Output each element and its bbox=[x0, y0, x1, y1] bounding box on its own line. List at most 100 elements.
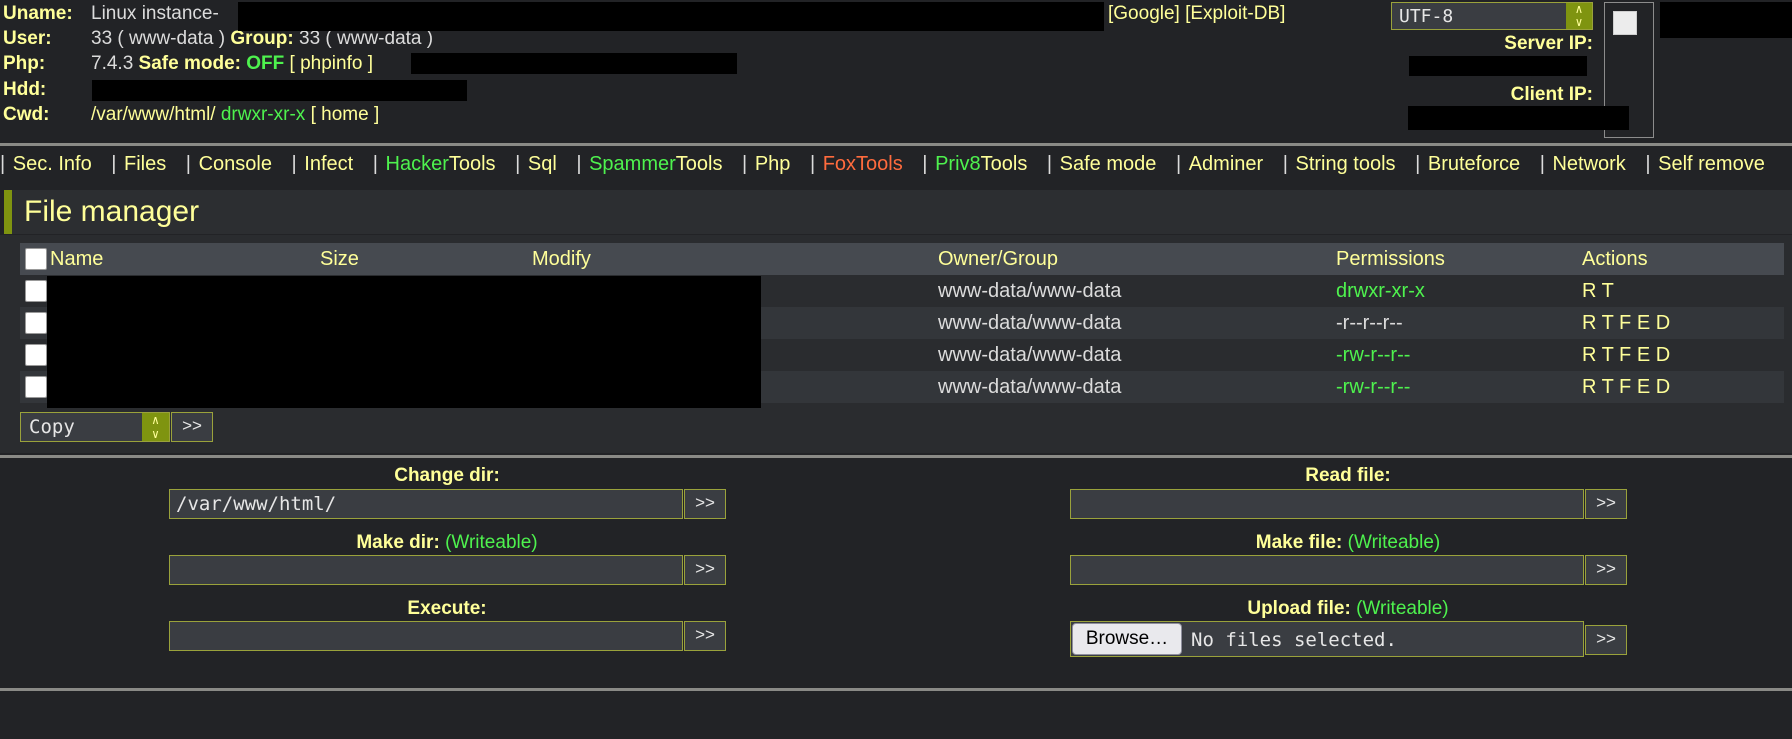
owner-group: www-data/www-data bbox=[938, 371, 1336, 403]
menu-item-prefix: Spammer bbox=[589, 153, 676, 175]
col-permissions[interactable]: Permissions bbox=[1336, 243, 1582, 275]
col-actions: Actions bbox=[1582, 243, 1784, 275]
menu-item-self-remove[interactable]: | Self remove bbox=[1639, 153, 1764, 175]
menu-item-network[interactable]: | Network bbox=[1534, 153, 1626, 175]
upload-file-writeable: (Writeable) bbox=[1356, 598, 1449, 619]
broken-image-icon bbox=[1613, 11, 1637, 35]
row-actions[interactable]: R T F E D bbox=[1582, 307, 1784, 339]
menu-separator: | bbox=[804, 153, 821, 175]
exploit-db-link[interactable]: [Exploit-DB] bbox=[1185, 3, 1285, 24]
menu-item-php[interactable]: | Php bbox=[737, 153, 791, 175]
row-actions[interactable]: R T bbox=[1582, 275, 1784, 307]
php-version: 7.4.3 bbox=[91, 53, 134, 74]
row-checkbox[interactable] bbox=[25, 312, 47, 335]
uname-label: Uname: bbox=[3, 3, 73, 24]
menu-item-safe-mode[interactable]: | Safe mode bbox=[1041, 153, 1157, 175]
menu-item-label: Files bbox=[124, 153, 167, 175]
menu-item-tools-spammer[interactable]: | SpammerTools bbox=[570, 153, 722, 175]
menu-separator: | bbox=[1534, 153, 1551, 175]
table-header-row: Name Size Modify Owner/Group Permissions… bbox=[20, 243, 1784, 275]
row-actions[interactable]: R T F E D bbox=[1582, 371, 1784, 403]
redacted-block bbox=[1409, 56, 1587, 76]
owner-group: www-data/www-data bbox=[938, 343, 1122, 366]
permissions[interactable]: -rw-r--r-- bbox=[1336, 339, 1582, 371]
menu-item-sec-info[interactable]: | Sec. Info bbox=[0, 153, 92, 175]
permissions[interactable]: drwxr-xr-x bbox=[1336, 275, 1582, 307]
row-actions[interactable]: R T F E D bbox=[1582, 339, 1784, 371]
row-checkbox[interactable] bbox=[25, 280, 47, 303]
read-file-label: Read file: bbox=[1305, 465, 1391, 486]
make-dir-go-button[interactable]: >> bbox=[684, 555, 726, 585]
cwd-permissions: drwxr-xr-x bbox=[220, 104, 306, 125]
client-ip-label: Client IP: bbox=[1510, 84, 1593, 105]
user-label: User: bbox=[3, 28, 52, 49]
browse-button[interactable]: Browse… bbox=[1072, 623, 1182, 655]
safe-mode-label: Safe mode: bbox=[138, 53, 241, 74]
menu-separator: | bbox=[180, 153, 197, 175]
server-ip-label: Server IP: bbox=[1504, 33, 1593, 54]
col-modify[interactable]: Modify bbox=[532, 243, 938, 275]
menu-item-foxtools[interactable]: | FoxTools bbox=[804, 153, 903, 175]
col-owner[interactable]: Owner/Group bbox=[938, 243, 1336, 275]
hdd-label: Hdd: bbox=[3, 79, 47, 100]
menu-item-bruteforce[interactable]: | Bruteforce bbox=[1410, 153, 1521, 175]
bulk-action-value: Copy bbox=[29, 416, 75, 438]
cwd-line: Cwd: /var/www/html/ drwxr-xr-x [ home ] bbox=[3, 104, 379, 126]
menu-item-label: Adminer bbox=[1188, 153, 1264, 175]
bulk-action-go-button[interactable]: >> bbox=[171, 412, 213, 442]
menu-separator: | bbox=[1041, 153, 1058, 175]
permissions[interactable]: -r--r--r-- bbox=[1336, 307, 1582, 339]
execute-go-button[interactable]: >> bbox=[684, 621, 726, 651]
phpinfo-link[interactable]: [ phpinfo ] bbox=[290, 53, 373, 74]
google-link[interactable]: [Google] bbox=[1108, 3, 1180, 24]
menu-item-tools-hacker[interactable]: | HackerTools bbox=[367, 153, 496, 175]
charset-select[interactable]: UTF-8 ∧ ∨ bbox=[1391, 2, 1593, 30]
change-dir-go-button[interactable]: >> bbox=[684, 489, 726, 519]
col-size[interactable]: Size bbox=[320, 243, 532, 275]
menu-item-console[interactable]: | Console bbox=[180, 153, 272, 175]
menu-separator: | bbox=[570, 153, 588, 175]
make-file-input[interactable] bbox=[1070, 555, 1584, 585]
menu-item-files[interactable]: | Files bbox=[106, 153, 167, 175]
menu-item-tools-priv8[interactable]: | Priv8Tools bbox=[916, 153, 1028, 175]
menu-item-adminer[interactable]: | Adminer bbox=[1170, 153, 1263, 175]
select-all-checkbox[interactable] bbox=[25, 248, 47, 271]
group-label: Group: bbox=[230, 28, 294, 49]
menu-item-label: Tools bbox=[980, 153, 1028, 175]
menu-separator: | bbox=[1639, 153, 1657, 175]
select-arrows-icon: ∧ ∨ bbox=[142, 413, 169, 441]
charset-value: UTF-8 bbox=[1399, 6, 1454, 27]
owner-group: www-data/www-data bbox=[938, 279, 1122, 302]
divider bbox=[0, 143, 1792, 146]
divider bbox=[0, 688, 1792, 691]
menu-item-label: Bruteforce bbox=[1427, 153, 1521, 175]
make-file-go-button[interactable]: >> bbox=[1585, 555, 1627, 585]
upload-file-label: Upload file: (Writeable) bbox=[1247, 598, 1449, 619]
row-checkbox[interactable] bbox=[25, 344, 47, 367]
bulk-action-select[interactable]: Copy ∧ ∨ bbox=[20, 412, 170, 442]
read-file-go-button[interactable]: >> bbox=[1585, 489, 1627, 519]
make-dir-input[interactable] bbox=[169, 555, 683, 585]
divider bbox=[0, 455, 1792, 458]
home-link[interactable]: [ home ] bbox=[311, 104, 380, 125]
row-checkbox[interactable] bbox=[25, 376, 47, 399]
menu-item-infect[interactable]: | Infect bbox=[286, 153, 354, 175]
menu-separator: | bbox=[916, 153, 934, 175]
menu-item-label: Sql bbox=[527, 153, 557, 175]
cwd-path-link[interactable]: /var/www/html/ bbox=[91, 104, 216, 125]
read-file-input[interactable] bbox=[1070, 489, 1584, 519]
menu-item-sql[interactable]: | Sql bbox=[510, 153, 557, 175]
search-links: [Google] [Exploit-DB] bbox=[1108, 3, 1285, 25]
menu-item-label: Php bbox=[754, 153, 791, 175]
redacted-block bbox=[47, 276, 761, 408]
main-menu: | Sec. Info | Files | Console | Infect |… bbox=[0, 153, 1779, 176]
menu-item-string-tools[interactable]: | String tools bbox=[1277, 153, 1396, 175]
execute-input[interactable] bbox=[169, 621, 683, 651]
table-cell bbox=[20, 339, 50, 371]
menu-item-label: String tools bbox=[1295, 153, 1396, 175]
permissions[interactable]: -rw-r--r-- bbox=[1336, 371, 1582, 403]
col-name[interactable]: Name bbox=[50, 243, 320, 275]
upload-file-go-button[interactable]: >> bbox=[1585, 625, 1627, 655]
change-dir-input[interactable]: /var/www/html/ bbox=[169, 489, 683, 519]
hdd-line: Hdd: bbox=[3, 79, 91, 101]
